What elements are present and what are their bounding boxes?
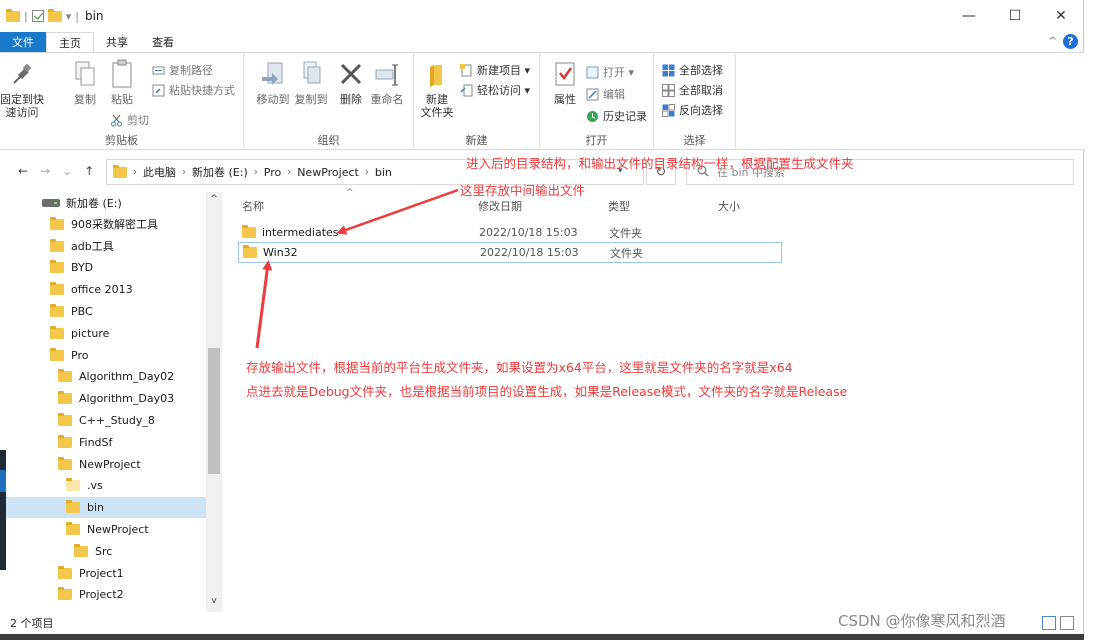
large-icons-view-icon[interactable]	[1060, 616, 1074, 630]
explorer-window: | ▾ | bin — ☐ ✕ 文件 主页 共享 查看 ^ ? 固定到快 速访问…	[0, 0, 1084, 637]
details-view-icon[interactable]	[1042, 616, 1056, 630]
outer-strip	[1084, 0, 1095, 640]
watermark: CSDN @你像寒风和烈酒	[838, 612, 1006, 630]
arrow-to-win32	[255, 260, 273, 349]
arrow-to-intermediates	[336, 188, 459, 235]
taskbar-strip	[0, 634, 1084, 640]
status-item-count: 2 个项目	[10, 617, 54, 630]
background-window-edge	[0, 450, 6, 570]
annotation-arrows	[255, 188, 459, 349]
background-window-accent	[0, 470, 6, 492]
